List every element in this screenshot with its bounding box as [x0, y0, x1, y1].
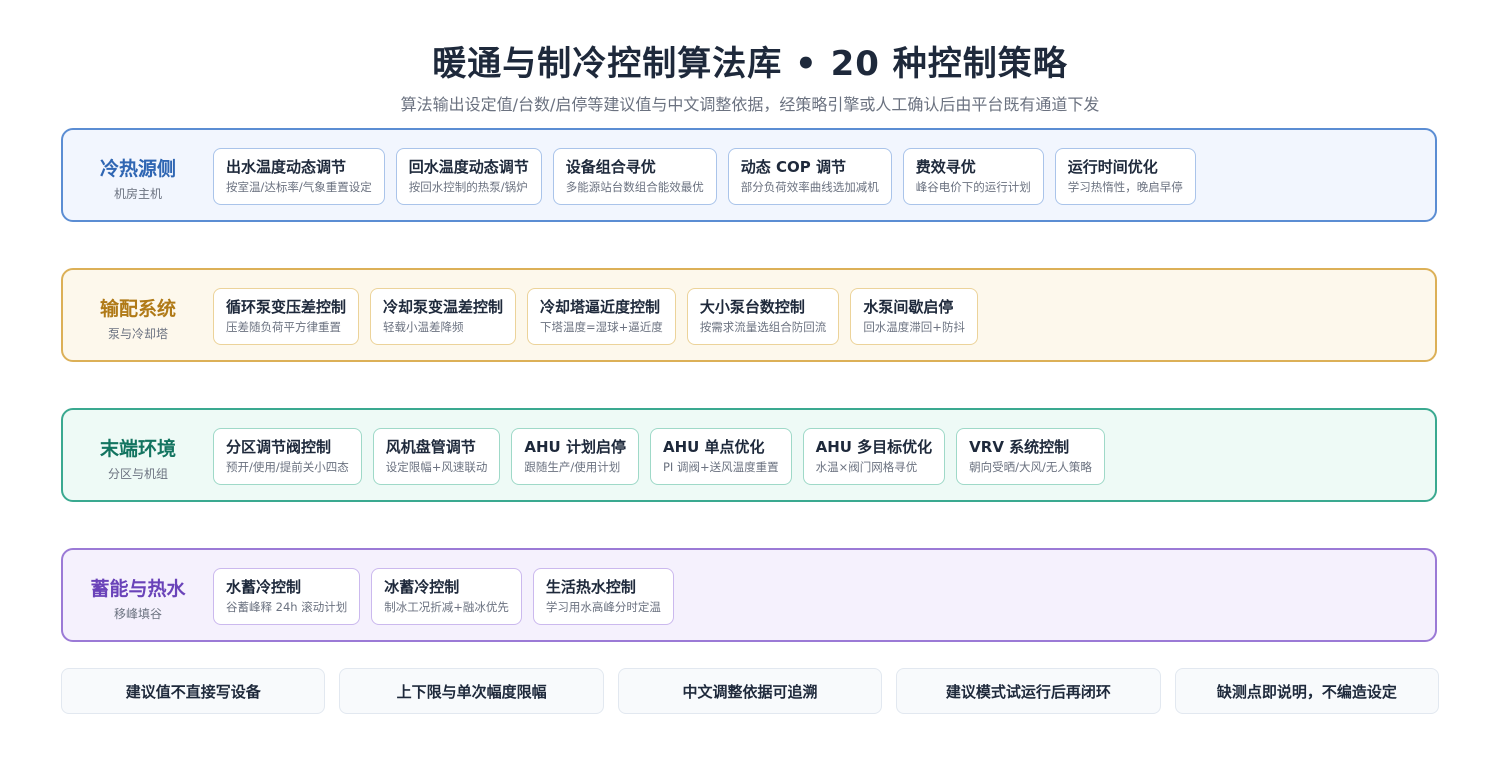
card-title: 费效寻优: [915, 158, 976, 176]
strategy-card: AHU 多目标优化水温×阀门网格寻优: [802, 428, 946, 485]
card-title: 生活热水控制: [545, 578, 636, 596]
card-desc: 峰谷电价下的运行计划: [915, 180, 1031, 194]
strategy-card: 生活热水控制学习用水高峰分时定温: [532, 568, 674, 625]
card-desc: PI 调阀+送风温度重置: [662, 460, 779, 474]
strategy-card: AHU 单点优化 PI 调阀+送风温度重置: [649, 428, 792, 485]
card-desc: 按室温/达标率/气象重置设定: [226, 180, 372, 194]
strategy-card: 分区调节阀控制预开/使用/提前关小四态: [213, 428, 362, 485]
strategy-card: 水蓄冷控制谷蓄峰释 24h 滚动计划: [213, 568, 361, 625]
card-desc: 学习热惰性，晚启早停: [1067, 180, 1183, 194]
card-title: 冷却泵变温差控制: [383, 298, 504, 316]
section-subtitle: 分区与机组: [107, 467, 168, 481]
card-desc: 水温×阀门网格寻优: [815, 460, 918, 474]
section-terminal-environment: 末端环境 分区与机组 分区调节阀控制预开/使用/提前关小四态 风机盘管调节设定限…: [61, 408, 1437, 502]
card-desc: 多能源站台数组合能效最优: [565, 180, 704, 194]
card-title: AHU 计划启停: [524, 438, 626, 456]
principle-pill: 上下限与单次幅度限幅: [339, 668, 604, 714]
principle-pill: 建议模式试运行后再闭环: [896, 668, 1161, 714]
strategy-card: AHU 计划启停跟随生产/使用计划: [511, 428, 639, 485]
strategy-card-list: 分区调节阀控制预开/使用/提前关小四态 风机盘管调节设定限幅+风速联动 AHU …: [213, 428, 1105, 485]
card-title: AHU 多目标优化: [815, 438, 933, 456]
card-title: 循环泵变压差控制: [226, 298, 347, 316]
strategy-card: 运行时间优化学习热惰性，晚启早停: [1054, 148, 1196, 205]
principle-pill: 中文调整依据可追溯: [617, 668, 883, 714]
card-desc: 跟随生产/使用计划: [524, 460, 621, 474]
principle-pill: 缺测点即说明，不编造设定: [1174, 668, 1440, 714]
strategy-card-list: 出水温度动态调节按室温/达标率/气象重置设定 回水温度动态调节按回水控制的热泵/…: [213, 148, 1196, 205]
card-desc: 朝向受晒/大风/无人策略: [969, 460, 1092, 474]
card-title: 动态 COP 调节: [740, 158, 846, 176]
strategy-card: 回水温度动态调节按回水控制的热泵/锅炉: [395, 148, 542, 205]
card-title: AHU 单点优化: [662, 438, 765, 456]
strategy-card: 循环泵变压差控制压差随负荷平方律重置: [213, 288, 360, 345]
principle-bar: 建议值不直接写设备 上下限与单次幅度限幅 中文调整依据可追溯 建议模式试运行后再…: [61, 668, 1440, 714]
card-title: 回水温度动态调节: [408, 158, 529, 176]
strategy-card-list: 水蓄冷控制谷蓄峰释 24h 滚动计划 冰蓄冷控制制冰工况折减+融冰优先 生活热水…: [213, 568, 674, 625]
card-desc: 按需求流量选组合防回流: [699, 320, 827, 334]
section-header: 输配系统 泵与冷却塔: [63, 270, 213, 360]
strategy-card: 冰蓄冷控制制冰工况折减+融冰优先: [371, 568, 522, 625]
card-title: 大小泵台数控制: [699, 298, 805, 316]
card-desc: 学习用水高峰分时定温: [545, 600, 661, 614]
card-desc: 回水温度滞回+防抖: [863, 320, 965, 334]
section-header: 末端环境 分区与机组: [63, 410, 213, 500]
section-storage-hot-water: 蓄能与热水 移峰填谷 水蓄冷控制谷蓄峰释 24h 滚动计划 冰蓄冷控制制冰工况折…: [61, 548, 1437, 642]
card-title: 出水温度动态调节: [226, 158, 347, 176]
card-title: 运行时间优化: [1067, 158, 1158, 176]
page-title: 暖通与制冷控制算法库 • 20 种控制策略: [432, 44, 1068, 84]
card-desc: 按回水控制的热泵/锅炉: [408, 180, 528, 194]
card-title: 水蓄冷控制: [226, 578, 302, 596]
strategy-card: 冷却塔逼近度控制下塔温度=湿球+逼近度: [527, 288, 676, 345]
section-subtitle: 泵与冷却塔: [107, 327, 168, 341]
principle-pill: 建议值不直接写设备: [61, 668, 326, 714]
section-subtitle: 机房主机: [113, 187, 162, 201]
section-title: 蓄能与热水: [90, 578, 186, 600]
strategy-card: 动态 COP 调节部分负荷效率曲线选加减机: [727, 148, 892, 205]
card-desc: 部分负荷效率曲线选加减机: [740, 180, 879, 194]
strategy-card: VRV 系统控制朝向受晒/大风/无人策略: [956, 428, 1105, 485]
strategy-card: 大小泵台数控制按需求流量选组合防回流: [686, 288, 840, 345]
card-title: 水泵间歇启停: [863, 298, 954, 316]
section-title: 冷热源侧: [99, 158, 176, 180]
page-subtitle: 算法输出设定值/台数/启停等建议值与中文调整依据，经策略引擎或人工确认后由平台既…: [400, 95, 1100, 114]
card-desc: 下塔温度=湿球+逼近度: [540, 320, 663, 334]
strategy-card: 水泵间歇启停回水温度滞回+防抖: [850, 288, 978, 345]
card-title: 分区调节阀控制: [226, 438, 332, 456]
section-title: 输配系统: [99, 298, 176, 320]
section-header: 冷热源侧 机房主机: [63, 130, 213, 220]
section-heat-cold-source: 冷热源侧 机房主机 出水温度动态调节按室温/达标率/气象重置设定 回水温度动态调…: [61, 128, 1437, 222]
section-distribution: 输配系统 泵与冷却塔 循环泵变压差控制压差随负荷平方律重置 冷却泵变温差控制轻载…: [61, 268, 1437, 362]
card-desc: 轻载小温差降频: [383, 320, 464, 334]
section-header: 蓄能与热水 移峰填谷: [63, 550, 213, 640]
card-desc: 压差随负荷平方律重置: [226, 320, 341, 334]
strategy-card: 设备组合寻优多能源站台数组合能效最优: [552, 148, 717, 205]
strategy-card-list: 循环泵变压差控制压差随负荷平方律重置 冷却泵变温差控制轻载小温差降频 冷却塔逼近…: [213, 288, 978, 345]
card-title: 设备组合寻优: [565, 158, 656, 176]
strategy-card: 出水温度动态调节按室温/达标率/气象重置设定: [213, 148, 385, 205]
card-desc: 谷蓄峰释 24h 滚动计划: [226, 600, 348, 614]
card-desc: 设定限幅+风速联动: [385, 460, 488, 474]
section-title: 末端环境: [99, 438, 176, 460]
card-title: VRV 系统控制: [969, 438, 1070, 456]
card-title: 冰蓄冷控制: [384, 578, 460, 596]
strategy-card: 冷却泵变温差控制轻载小温差降频: [370, 288, 517, 345]
card-title: 冷却塔逼近度控制: [540, 298, 661, 316]
card-title: 风机盘管调节: [385, 438, 476, 456]
card-desc: 制冰工况折减+融冰优先: [384, 600, 509, 614]
section-subtitle: 移峰填谷: [113, 607, 162, 621]
strategy-card: 风机盘管调节设定限幅+风速联动: [372, 428, 501, 485]
strategy-card: 费效寻优峰谷电价下的运行计划: [902, 148, 1044, 205]
card-desc: 预开/使用/提前关小四态: [226, 460, 349, 474]
